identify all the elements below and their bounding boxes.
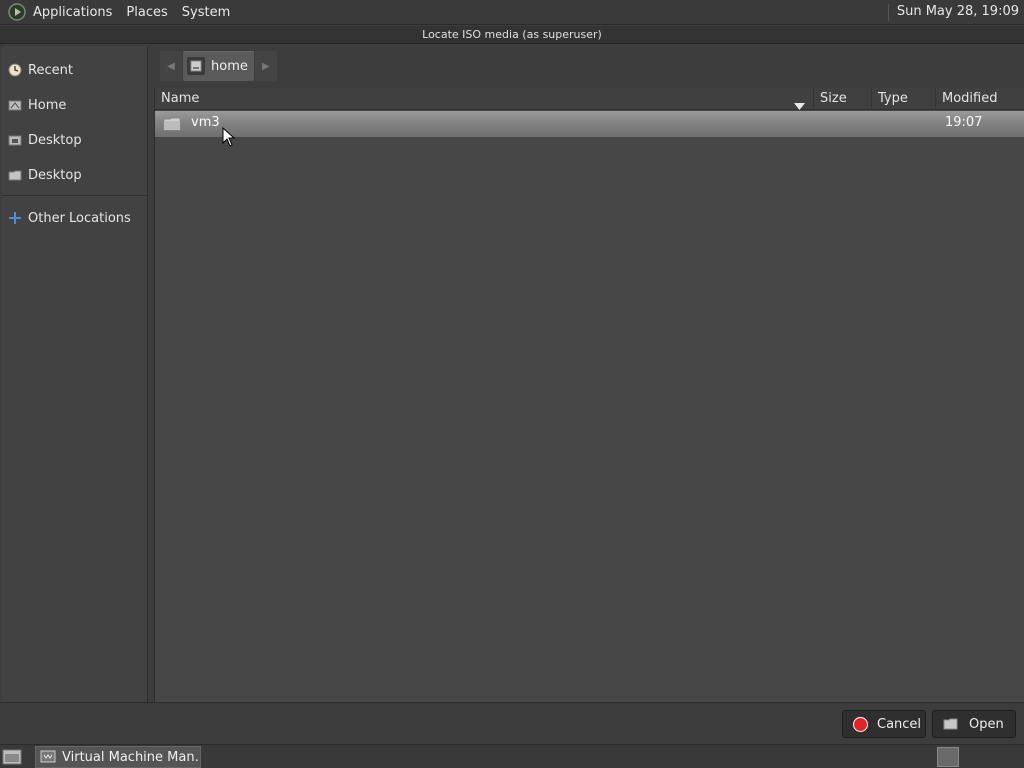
open-button-label: Open	[969, 716, 1004, 732]
menu-system[interactable]: System	[182, 5, 230, 20]
file-row[interactable]: vm3 19:07	[155, 111, 1024, 137]
sidebar-item-desktop-folder[interactable]: Desktop	[2, 161, 148, 189]
column-header-size[interactable]: Size	[814, 88, 872, 110]
top-panel: Applications Places System Sun May 28, 1…	[0, 0, 1024, 25]
path-forward-arrow-icon[interactable]: ▶	[254, 51, 277, 81]
folder-icon	[7, 167, 23, 183]
path-button-label: home	[211, 58, 248, 74]
path-button-home[interactable]: home	[183, 51, 254, 81]
sidebar-item-home[interactable]: Home	[2, 91, 148, 119]
column-header-modified[interactable]: Modified	[936, 88, 1024, 110]
column-header-label: Modified	[942, 91, 998, 106]
taskbar-window-label: Virtual Machine Man…	[62, 749, 201, 765]
column-header-label: Name	[161, 91, 200, 106]
sidebar-item-desktop[interactable]: Desktop	[2, 126, 148, 154]
column-header-name[interactable]: Name	[155, 88, 814, 110]
bottom-taskbar: Virtual Machine Man…	[0, 744, 1024, 768]
panel-clock[interactable]: Sun May 28, 19:09	[887, 4, 1019, 21]
sidebar-item-label: Recent	[28, 62, 73, 78]
plus-icon	[7, 210, 23, 226]
menu-places[interactable]: Places	[126, 5, 167, 20]
open-folder-icon	[943, 717, 959, 731]
file-name: vm3	[191, 115, 220, 130]
column-header-label: Type	[878, 91, 908, 106]
taskbar-window-button[interactable]: Virtual Machine Man…	[35, 746, 201, 768]
places-sidebar: Recent Home Desktop Desktop Other Locati…	[2, 46, 148, 702]
sidebar-item-other-locations[interactable]: Other Locations	[2, 204, 148, 232]
open-button[interactable]: Open	[932, 710, 1016, 738]
window-title: Locate ISO media (as superuser)	[0, 26, 1024, 44]
file-chooser-dialog: Recent Home Desktop Desktop Other Locati…	[0, 44, 1024, 744]
path-back-arrow-icon[interactable]: ◀	[160, 51, 182, 81]
column-header-label: Size	[820, 91, 847, 106]
folder-icon	[163, 116, 181, 132]
drive-icon	[187, 57, 205, 75]
clock-icon	[7, 62, 23, 78]
cancel-button[interactable]: Cancel	[842, 710, 926, 738]
sidebar-item-label: Home	[28, 97, 67, 113]
home-icon	[7, 97, 23, 113]
path-bar: ◀ home ▶	[160, 51, 277, 81]
sidebar-item-label: Desktop	[28, 132, 82, 148]
column-header-type[interactable]: Type	[872, 88, 936, 110]
sidebar-divider	[2, 195, 148, 196]
dialog-action-bar: Cancel Open	[0, 702, 1024, 744]
desktop-icon	[7, 132, 23, 148]
menu-applications[interactable]: Applications	[33, 5, 112, 20]
stop-icon	[853, 716, 868, 732]
cancel-button-label: Cancel	[877, 716, 922, 732]
file-list: Name Size Type Modified vm3 19:07	[154, 88, 1024, 702]
sidebar-item-label: Desktop	[28, 167, 82, 183]
virtual-machine-icon	[40, 750, 56, 764]
sidebar-item-recent[interactable]: Recent	[2, 56, 148, 84]
menu-logo-icon[interactable]	[7, 2, 27, 22]
show-desktop-icon[interactable]	[2, 748, 22, 766]
file-modified: 19:07	[945, 115, 983, 130]
sidebar-item-label: Other Locations	[28, 210, 131, 226]
workspace-switcher[interactable]	[937, 747, 959, 767]
